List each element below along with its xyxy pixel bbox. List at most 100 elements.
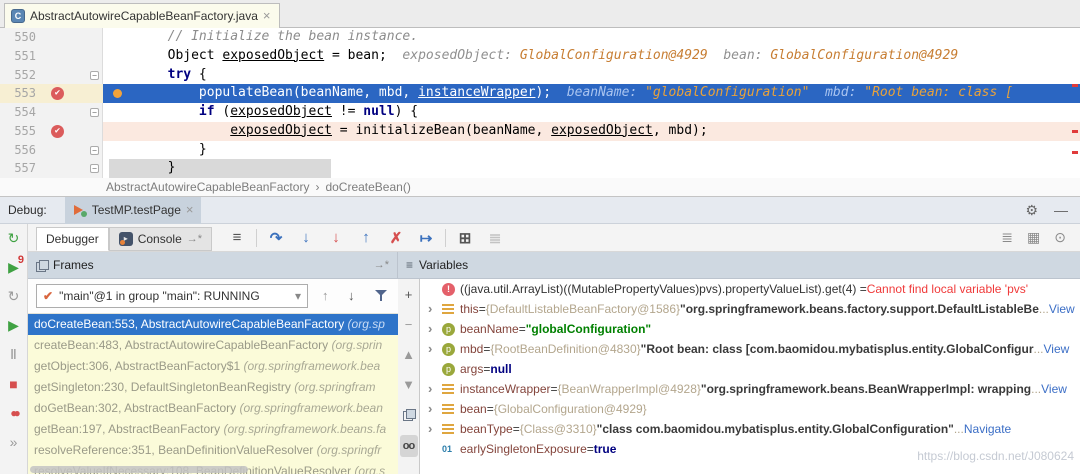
- move-up-icon[interactable]: ▲: [398, 339, 419, 369]
- close-icon[interactable]: ×: [186, 205, 194, 215]
- evaluate-expression-icon[interactable]: ⊞: [450, 229, 480, 247]
- code-line[interactable]: 555✔ exposedObject = initializeBean(bean…: [0, 122, 1080, 141]
- expander-icon[interactable]: ›: [428, 419, 442, 439]
- code-line[interactable]: 553✔ populateBean(beanName, mbd, instanc…: [0, 84, 1080, 103]
- code-text[interactable]: // Initialize the bean instance.: [103, 28, 1080, 47]
- variable-row[interactable]: ›pbeanName = "globalConfiguration": [420, 319, 1080, 339]
- error-stripe-mark[interactable]: [1072, 84, 1078, 87]
- object-icon: [442, 384, 460, 394]
- drop-frame-icon[interactable]: ✗: [381, 229, 411, 247]
- run-to-cursor-icon[interactable]: ↦: [411, 229, 441, 247]
- fold-icon[interactable]: −: [90, 164, 99, 173]
- chevron-down-icon[interactable]: ▾: [295, 289, 301, 303]
- variable-row[interactable]: pargs = null: [420, 359, 1080, 379]
- close-icon[interactable]: ×: [263, 11, 271, 21]
- code-line[interactable]: 557− }: [0, 159, 1080, 178]
- breakpoint-icon[interactable]: ✔: [51, 87, 64, 100]
- code-text[interactable]: try {: [103, 66, 1080, 85]
- variable-row[interactable]: ›instanceWrapper = {BeanWrapperImpl@4928…: [420, 379, 1080, 399]
- value-link[interactable]: View: [1049, 299, 1075, 319]
- error-stripe-mark[interactable]: [1072, 151, 1078, 154]
- frame-row[interactable]: createBean:483, AbstractAutowireCapableB…: [28, 335, 398, 356]
- expander-icon[interactable]: ›: [428, 339, 442, 359]
- code-text[interactable]: exposedObject = initializeBean(beanName,…: [103, 122, 1080, 141]
- debug-left-toolbar: ↻▶9↻▶Ⅱ■●●»: [0, 224, 28, 474]
- frame-down-icon[interactable]: ↓: [348, 288, 355, 303]
- variable-row[interactable]: ›pmbd = {RootBeanDefinition@4830} "Root …: [420, 339, 1080, 359]
- horizontal-scrollbar[interactable]: [30, 466, 248, 473]
- watch-error-icon: !: [442, 283, 460, 296]
- breakpoint-icon[interactable]: ✔: [51, 125, 64, 138]
- frame-row[interactable]: getSingleton:230, DefaultSingletonBeanRe…: [28, 377, 398, 398]
- code-text[interactable]: Object exposedObject = bean; exposedObje…: [103, 47, 1080, 66]
- more-icon[interactable]: »: [0, 427, 27, 456]
- code-line[interactable]: 551 Object exposedObject = bean; exposed…: [0, 47, 1080, 66]
- frames-corner-icon[interactable]: →*: [374, 259, 389, 271]
- step-into-icon[interactable]: ↓: [291, 229, 321, 246]
- tab-console[interactable]: ▸ Console →*: [109, 227, 212, 251]
- frame-row[interactable]: doCreateBean:553, AbstractAutowireCapabl…: [28, 314, 398, 335]
- restart-icon[interactable]: ↻: [0, 282, 27, 311]
- rerun-icon[interactable]: ↻: [0, 224, 27, 253]
- code-editor[interactable]: 550 // Initialize the bean instance.551 …: [0, 28, 1080, 178]
- view-breakpoints-icon[interactable]: ●●: [0, 398, 27, 427]
- frame-row[interactable]: getObject:306, AbstractBeanFactory$1 (or…: [28, 356, 398, 377]
- code-text[interactable]: if (exposedObject != null) {: [103, 103, 1080, 122]
- value-link[interactable]: View: [1044, 339, 1070, 359]
- hide-icon[interactable]: —: [1054, 202, 1068, 219]
- settings-menu-icon[interactable]: ≡: [222, 229, 252, 246]
- frame-row[interactable]: resolveReference:351, BeanDefinitionValu…: [28, 440, 398, 461]
- gear-icon[interactable]: ⚙: [1025, 202, 1038, 219]
- variable-row[interactable]: ›beanType = {Class@3310} "class com.baom…: [420, 419, 1080, 439]
- filter-icon[interactable]: [375, 289, 388, 302]
- debug-window-icon[interactable]: ▶9: [0, 253, 27, 282]
- fold-icon[interactable]: −: [90, 108, 99, 117]
- frame-up-icon[interactable]: ↑: [322, 288, 329, 303]
- error-stripe-mark[interactable]: [1072, 130, 1078, 133]
- expander-icon[interactable]: ›: [428, 379, 442, 399]
- resume-icon[interactable]: ▶: [0, 311, 27, 340]
- frame-row[interactable]: getBean:197, AbstractBeanFactory (org.sp…: [28, 419, 398, 440]
- value-link[interactable]: Navigate: [964, 419, 1011, 439]
- fold-icon[interactable]: −: [90, 146, 99, 155]
- breadcrumb-method[interactable]: doCreateBean(): [325, 180, 410, 194]
- pause-icon[interactable]: Ⅱ: [0, 340, 27, 369]
- remove-watch-icon[interactable]: −: [398, 309, 419, 339]
- code-line[interactable]: 556− }: [0, 141, 1080, 160]
- show-watches-icon[interactable]: oo: [398, 429, 419, 459]
- stop-icon[interactable]: ■: [0, 369, 27, 398]
- frame-row[interactable]: doGetBean:302, AbstractBeanFactory (org.…: [28, 398, 398, 419]
- expander-icon[interactable]: ›: [428, 299, 442, 319]
- editor-tab[interactable]: C AbstractAutowireCapableBeanFactory.jav…: [4, 3, 280, 28]
- history-icon[interactable]: ⊙: [1054, 229, 1066, 246]
- variable-row[interactable]: ›bean = {GlobalConfiguration@4929}: [420, 399, 1080, 419]
- debug-toolwindow-header: Debug: TestMP.testPage × ⚙ —: [0, 197, 1080, 224]
- breadcrumb-class[interactable]: AbstractAutowireCapableBeanFactory: [106, 180, 309, 194]
- fold-icon[interactable]: −: [90, 71, 99, 80]
- thread-selector[interactable]: ✔ "main"@1 in group "main": RUNNING ▾: [36, 284, 308, 308]
- move-down-icon[interactable]: ▼: [398, 369, 419, 399]
- code-text[interactable]: }: [103, 141, 1080, 160]
- code-text[interactable]: populateBean(beanName, mbd, instanceWrap…: [103, 84, 1080, 103]
- code-line[interactable]: 554− if (exposedObject != null) {: [0, 103, 1080, 122]
- code-line[interactable]: 550 // Initialize the bean instance.: [0, 28, 1080, 47]
- tab-debugger[interactable]: Debugger: [36, 227, 109, 251]
- debug-session-tab[interactable]: TestMP.testPage ×: [65, 197, 202, 224]
- step-out-icon[interactable]: ↑: [351, 229, 381, 246]
- value-link[interactable]: View: [1041, 379, 1067, 399]
- duplicate-icon[interactable]: [398, 399, 419, 429]
- code-text[interactable]: }: [103, 159, 1080, 178]
- step-over-icon[interactable]: ↷: [261, 229, 291, 247]
- pin-arrow-icon[interactable]: →*: [187, 233, 202, 245]
- threads-view-icon[interactable]: ≣: [1001, 229, 1013, 246]
- layout-icon[interactable]: ≣: [480, 229, 510, 247]
- memory-view-icon[interactable]: ▦: [1027, 229, 1040, 246]
- variable-row[interactable]: !((java.util.ArrayList)((MutableProperty…: [420, 279, 1080, 299]
- code-line[interactable]: 552− try {: [0, 66, 1080, 85]
- force-step-into-icon[interactable]: ↓: [321, 229, 351, 246]
- variable-row[interactable]: ›this = {DefaultListableBeanFactory@1586…: [420, 299, 1080, 319]
- code-segment: = initializeBean(beanName,: [332, 123, 551, 138]
- expander-icon[interactable]: ›: [428, 399, 442, 419]
- add-watch-icon[interactable]: +: [398, 279, 419, 309]
- expander-icon[interactable]: ›: [428, 319, 442, 339]
